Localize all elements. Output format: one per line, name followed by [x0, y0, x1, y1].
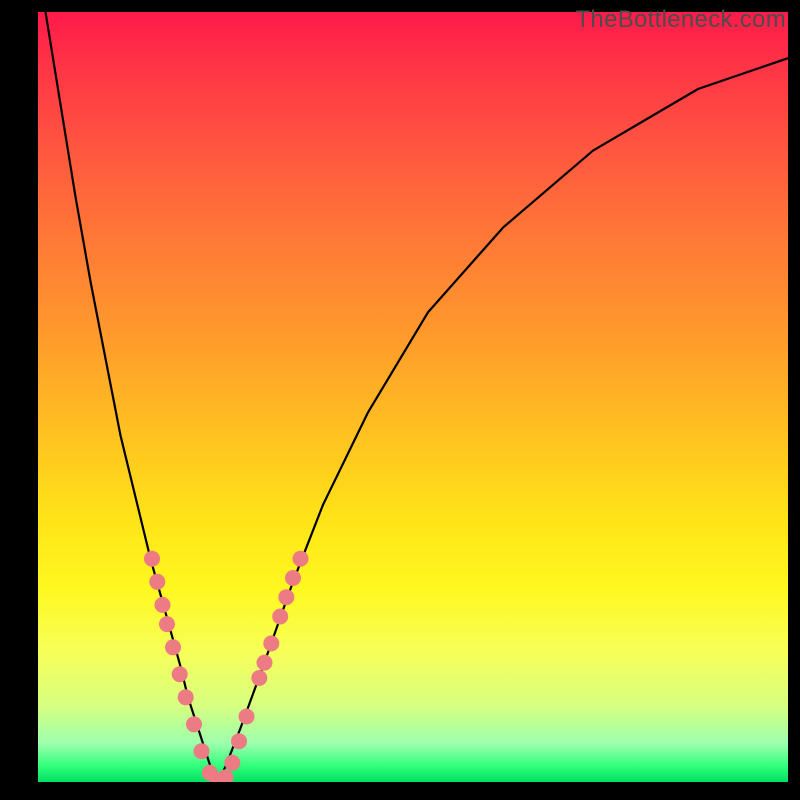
curve-marker	[257, 655, 273, 671]
curve-marker	[224, 755, 240, 771]
curve-marker	[239, 709, 255, 725]
curve-marker	[144, 551, 160, 567]
curve-marker	[278, 589, 294, 605]
curve-marker	[231, 733, 247, 749]
curve-marker	[218, 769, 234, 782]
curve-marker	[186, 716, 202, 732]
curve-marker	[263, 635, 279, 651]
curve-marker	[149, 574, 165, 590]
chart-svg	[38, 12, 788, 782]
chart-frame: TheBottleneck.com	[0, 0, 800, 800]
curve-marker	[293, 551, 309, 567]
watermark-text: TheBottleneck.com	[575, 6, 786, 34]
curve-marker	[251, 670, 267, 686]
plot-area	[38, 12, 788, 782]
curve-marker	[194, 743, 210, 759]
curve-marker	[159, 616, 175, 632]
curve-marker	[285, 570, 301, 586]
curve-marker	[178, 689, 194, 705]
curve-marker	[172, 666, 188, 682]
bottleneck-curve	[46, 12, 789, 782]
curve-marker	[272, 609, 288, 625]
curve-marker	[165, 639, 181, 655]
curve-marker	[155, 597, 171, 613]
curve-markers	[144, 551, 309, 782]
